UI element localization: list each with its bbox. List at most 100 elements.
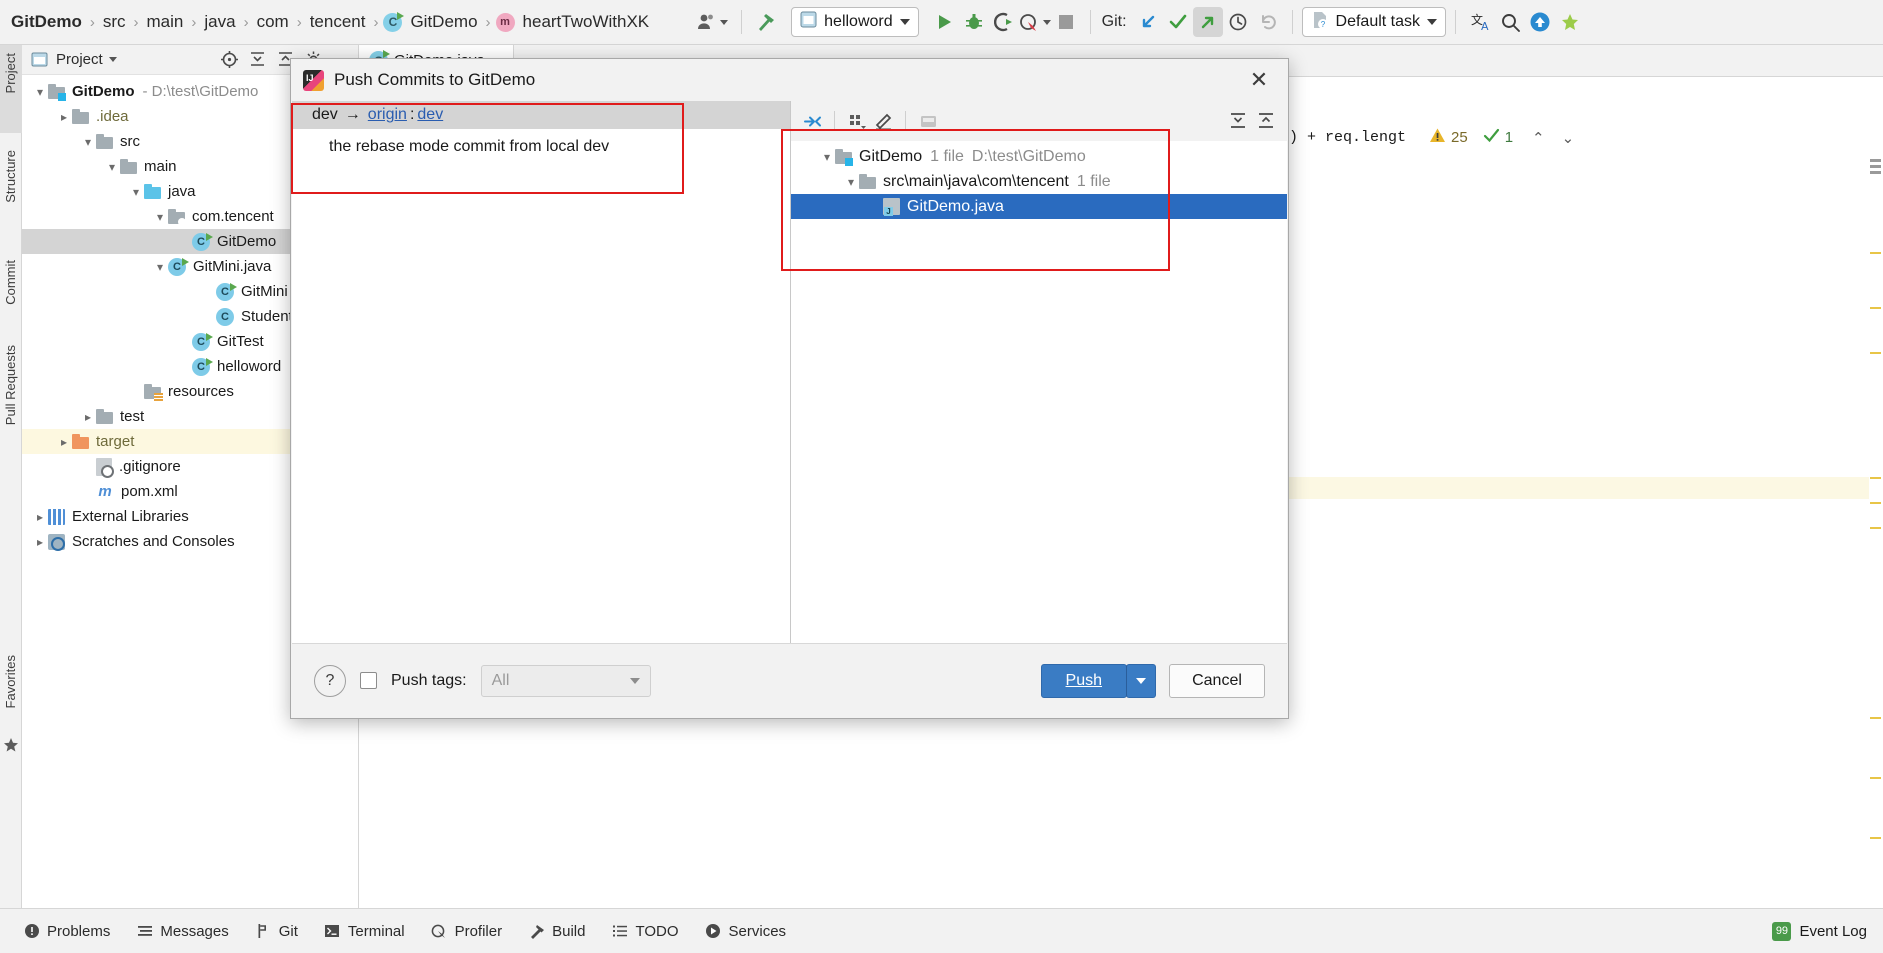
- run-configuration-selector[interactable]: helloword: [791, 7, 919, 37]
- error-stripe-gutter[interactable]: [1869, 77, 1883, 908]
- libraries-icon: [48, 508, 65, 525]
- sidebar-item-commit[interactable]: Commit: [3, 260, 18, 305]
- chevron-right-icon[interactable]: ▸: [80, 410, 96, 424]
- chevron-down-icon[interactable]: [108, 57, 117, 62]
- sidebar-item-project[interactable]: Project: [3, 53, 18, 93]
- toolbar-divider: [1089, 10, 1091, 34]
- preview-diff-icon[interactable]: [917, 110, 939, 132]
- target-branch-link[interactable]: dev: [417, 106, 443, 124]
- commits-pane[interactable]: dev → origin : dev the rebase mode commi…: [292, 101, 791, 644]
- chevron-down-icon[interactable]: ▾: [80, 135, 96, 149]
- status-item-messages[interactable]: Messages: [123, 923, 241, 940]
- breadcrumb-item-com[interactable]: com: [254, 12, 292, 32]
- rollback-icon[interactable]: [1253, 7, 1283, 37]
- breadcrumb-item-src[interactable]: src: [100, 12, 129, 32]
- sidebar-item-favorites[interactable]: Favorites: [3, 655, 18, 708]
- project-panel-title: Project: [56, 51, 103, 68]
- profiler-icon[interactable]: [1019, 7, 1051, 37]
- run-icon[interactable]: [929, 7, 959, 37]
- terminal-icon: [324, 923, 341, 940]
- chevron-down-icon[interactable]: [1427, 19, 1437, 25]
- breadcrumb-item-tencent[interactable]: tencent: [307, 12, 369, 32]
- git-update-icon[interactable]: [1133, 7, 1163, 37]
- status-item-profiler[interactable]: Profiler: [418, 923, 516, 940]
- status-item-problems[interactable]: Problems: [10, 923, 123, 940]
- run-with-coverage-icon[interactable]: [989, 7, 1019, 37]
- files-pane[interactable]: ▾ GitDemo 1 file D:\test\GitDemo ▾ src\m…: [791, 101, 1287, 644]
- group-by-icon[interactable]: [846, 110, 868, 132]
- git-commit-checkmark-icon[interactable]: [1163, 7, 1193, 37]
- status-item-services[interactable]: Services: [692, 923, 800, 940]
- package-icon: [168, 208, 186, 226]
- expand-all-icon[interactable]: [1227, 110, 1249, 132]
- changed-files-tree[interactable]: ▾ GitDemo 1 file D:\test\GitDemo ▾ src\m…: [791, 141, 1287, 219]
- file-tree-node-dir[interactable]: ▾ src\main\java\com\tencent 1 file: [791, 169, 1287, 194]
- chevron-down-icon[interactable]: ▾: [32, 85, 48, 99]
- branch-header-row[interactable]: dev → origin : dev: [292, 101, 790, 129]
- edit-source-icon[interactable]: [872, 110, 894, 132]
- next-highlight-icon[interactable]: ⌄: [1562, 129, 1575, 147]
- commit-message[interactable]: the rebase mode commit from local dev: [292, 129, 790, 156]
- chevron-down-icon[interactable]: [899, 19, 910, 25]
- status-item-git[interactable]: Git: [242, 923, 311, 940]
- chevron-right-icon[interactable]: ▸: [56, 110, 72, 124]
- status-item-build[interactable]: Build: [515, 923, 598, 940]
- push-tags-select[interactable]: All: [480, 664, 651, 697]
- push-tags-checkbox[interactable]: [360, 672, 377, 689]
- chevron-down-icon[interactable]: ▾: [843, 175, 859, 189]
- breadcrumb-item-java[interactable]: java: [201, 12, 238, 32]
- breadcrumb-item-method[interactable]: heartTwoWithXK: [520, 12, 653, 32]
- event-log-label[interactable]: Event Log: [1799, 923, 1867, 940]
- task-selector[interactable]: ? Default task: [1301, 7, 1446, 37]
- chevron-down-icon[interactable]: ▾: [819, 150, 835, 164]
- search-icon[interactable]: [1495, 7, 1525, 37]
- plugin-icon[interactable]: [1555, 7, 1585, 37]
- git-push-icon[interactable]: [1192, 7, 1223, 37]
- status-item-todo[interactable]: TODO: [598, 923, 691, 940]
- cancel-button[interactable]: Cancel: [1169, 663, 1265, 698]
- history-icon[interactable]: [1223, 7, 1253, 37]
- push-dropdown-button[interactable]: [1126, 663, 1156, 698]
- chevron-right-icon[interactable]: ▸: [32, 510, 48, 524]
- tree-node-label: com.tencent: [192, 208, 274, 225]
- stop-icon[interactable]: [1051, 7, 1081, 37]
- status-item-terminal[interactable]: Terminal: [311, 923, 418, 940]
- chevron-right-icon[interactable]: ▸: [32, 535, 48, 549]
- update-available-icon[interactable]: [1525, 7, 1555, 37]
- breadcrumb-item-main[interactable]: main: [144, 12, 187, 32]
- breadcrumb-item-class[interactable]: GitDemo: [407, 12, 480, 32]
- chevron-down-icon[interactable]: [629, 677, 640, 684]
- file-tree-node-file[interactable]: GitDemo.java: [791, 194, 1287, 219]
- debug-icon[interactable]: [959, 7, 989, 37]
- locate-icon[interactable]: [218, 49, 240, 71]
- sidebar-item-structure[interactable]: Structure: [3, 150, 18, 203]
- chevron-down-icon[interactable]: ▾: [104, 160, 120, 174]
- translate-icon[interactable]: 文A: [1465, 7, 1495, 37]
- user-icon[interactable]: [692, 7, 732, 37]
- colon-separator: :: [409, 106, 415, 123]
- chevron-down-icon[interactable]: ▾: [152, 210, 168, 224]
- expand-all-icon[interactable]: [246, 49, 268, 71]
- run-config-icon: [800, 11, 817, 33]
- close-icon[interactable]: ✕: [1242, 63, 1276, 97]
- chevron-down-icon[interactable]: ▾: [128, 185, 144, 199]
- prev-highlight-icon[interactable]: ⌃: [1532, 129, 1545, 147]
- tree-node-label: GitTest: [217, 333, 264, 350]
- file-tree-node-root[interactable]: ▾ GitDemo 1 file D:\test\GitDemo: [791, 144, 1287, 169]
- module-folder-icon: [48, 83, 66, 101]
- build-hammer-icon[interactable]: [751, 7, 781, 37]
- help-button[interactable]: ?: [314, 664, 346, 697]
- chevron-right-icon[interactable]: ▸: [56, 435, 72, 449]
- sidebar-item-pull-requests[interactable]: Pull Requests: [3, 345, 18, 425]
- breadcrumb-item-project[interactable]: GitDemo: [8, 12, 85, 32]
- collapse-all-icon[interactable]: [1255, 110, 1277, 132]
- star-icon[interactable]: [3, 737, 19, 757]
- tree-node-label: .gitignore: [119, 458, 181, 475]
- group-by-directory-icon[interactable]: [801, 110, 823, 132]
- push-commits-dialog[interactable]: Push Commits to GitDemo ✕ dev → origin :…: [290, 58, 1289, 719]
- chevron-down-icon[interactable]: ▾: [152, 260, 168, 274]
- push-button[interactable]: Push: [1040, 663, 1127, 698]
- dialog-title-bar: Push Commits to GitDemo ✕: [291, 59, 1288, 101]
- remote-link[interactable]: origin: [368, 106, 407, 124]
- file-node-count: 1 file: [1076, 172, 1111, 190]
